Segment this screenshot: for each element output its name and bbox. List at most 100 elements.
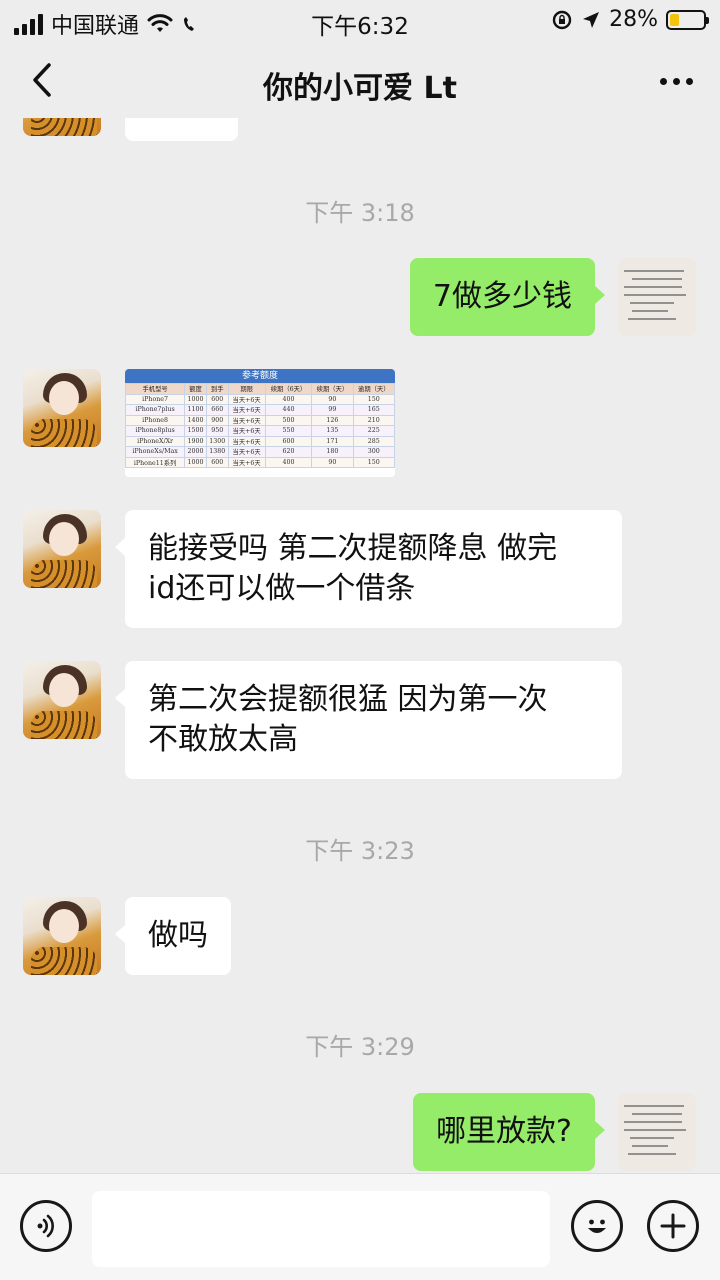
table-cell: 400 <box>264 456 313 468</box>
table-cell: iPhoneXs/Max <box>125 446 186 458</box>
table-cell: iPhone8plus <box>125 425 186 437</box>
table-cell: 550 <box>264 425 313 437</box>
contact-avatar[interactable] <box>23 510 101 588</box>
battery-icon <box>666 9 709 30</box>
table-row: iPhone7 1000 600 当天+6天 400 90 150 <box>125 393 395 405</box>
table-cell: 1000 <box>184 393 207 405</box>
table-header-cell: 到手 <box>205 383 229 395</box>
table-cell: 当天+6天 <box>227 456 266 468</box>
table-cell: 165 <box>352 404 395 416</box>
contact-avatar[interactable] <box>23 661 101 739</box>
table-cell: 当天+6天 <box>227 393 266 405</box>
table-cell: 2000 <box>184 446 207 458</box>
table-cell: 660 <box>205 404 229 416</box>
table-cell: 90 <box>311 393 354 405</box>
table-header-cell: 额度 <box>184 383 207 395</box>
contact-avatar[interactable] <box>23 369 101 447</box>
status-right: 28% <box>551 7 709 32</box>
table-cell: 99 <box>311 404 354 416</box>
more-functions-button[interactable] <box>647 1200 699 1252</box>
more-dot-icon <box>685 77 693 85</box>
table-cell: iPhoneX/Xr <box>125 435 186 447</box>
table-header-cell: 手机型号 <box>125 383 186 395</box>
message-line: id还可以做一个借条 <box>148 571 416 606</box>
table-cell: 1000 <box>184 456 207 468</box>
table-cell: 600 <box>264 435 313 447</box>
my-message-bubble[interactable]: 7做多少钱 <box>409 258 606 336</box>
table-cell: 400 <box>264 393 313 405</box>
timestamp: 下午 3:18 <box>305 199 415 227</box>
table-header-cell: 期限 <box>227 383 266 395</box>
location-icon <box>583 11 600 28</box>
previous-message-bubble[interactable] <box>125 118 238 141</box>
orientation-lock-icon <box>552 10 572 29</box>
table-cell: iPhone7 <box>125 393 186 405</box>
table-header-cell: 逾期（天） <box>352 383 395 395</box>
contact-avatar[interactable] <box>23 118 101 136</box>
plus-icon <box>660 1213 686 1239</box>
table-cell: 171 <box>311 435 354 447</box>
more-dot-icon <box>659 77 667 85</box>
emoji-button[interactable] <box>571 1200 623 1252</box>
more-button[interactable] <box>654 64 698 98</box>
timestamp: 下午 3:23 <box>305 837 415 865</box>
table-row: iPhone7plus 1100 660 当天+6天 440 99 165 <box>125 404 395 416</box>
table-cell: 当天+6天 <box>227 446 266 458</box>
table-row: iPhone8plus 1500 950 当天+6天 550 135 225 <box>125 425 395 437</box>
message-line: 能接受吗 第二次提额降息 做完 <box>148 531 558 566</box>
table-cell: 500 <box>264 414 313 426</box>
table-cell: 当天+6天 <box>227 425 266 437</box>
voice-icon <box>37 1214 54 1238</box>
table-cell: 135 <box>311 425 354 437</box>
message-input[interactable] <box>92 1191 550 1267</box>
table-cell: 126 <box>311 414 354 426</box>
table-cell: 180 <box>311 446 354 458</box>
voice-button[interactable] <box>20 1200 72 1252</box>
table-row: iPhoneX/Xr 1900 1300 当天+6天 600 171 285 <box>125 435 395 447</box>
status-bar: 中国联通 下午6:32 28% <box>0 0 720 44</box>
table-cell: 300 <box>352 446 395 458</box>
table-cell: 1400 <box>184 414 207 426</box>
table-cell: 440 <box>264 404 313 416</box>
table-header-cell: 续期（天） <box>311 383 354 395</box>
contact-message-bubble[interactable]: 做吗 <box>115 897 231 975</box>
contact-avatar[interactable] <box>23 897 101 975</box>
message-line: 不敢放太高 <box>148 722 298 757</box>
table-cell: 当天+6天 <box>227 435 266 447</box>
battery-percent: 28% <box>609 7 658 32</box>
table-cell: 150 <box>352 393 395 405</box>
table-cell: 1380 <box>205 446 229 458</box>
table-cell: 当天+6天 <box>227 404 266 416</box>
more-dot-icon <box>672 77 680 85</box>
my-message-bubble[interactable]: 哪里放款? <box>413 1093 605 1171</box>
table-cell: 210 <box>352 414 395 426</box>
table-row: iPhone11系列 1000 600 当天+6天 400 90 150 <box>125 456 395 468</box>
table-header-cell: 续期（6天） <box>264 383 313 395</box>
table-row: iPhone8 1400 900 当天+6天 500 126 210 <box>125 414 395 426</box>
table-cell: 620 <box>264 446 313 458</box>
image-message[interactable]: 参考额度 手机型号 额度 到手 期限 续期（6天） 续期（天） 逾期（天） iPhone7 1… <box>125 369 395 477</box>
table-cell: 225 <box>352 425 395 437</box>
timestamp: 下午 3:29 <box>305 1033 415 1061</box>
table-cell: 90 <box>311 456 354 468</box>
table-cell: 950 <box>205 425 229 437</box>
contact-message-bubble[interactable]: 能接受吗 第二次提额降息 做完 id还可以做一个借条 <box>115 510 622 628</box>
table-cell: 600 <box>205 456 229 468</box>
table-cell: 600 <box>205 393 229 405</box>
contact-message-bubble[interactable]: 第二次会提额很猛 因为第一次 不敢放太高 <box>115 661 622 779</box>
message-list[interactable]: 下午 3:18 7做多少钱 参考额度 手机型号 额度 到手 期限 续期（6天） 续期（天）… <box>0 118 720 1173</box>
table-row: iPhoneXs/Max 2000 1380 当天+6天 620 180 300 <box>125 446 395 458</box>
input-bar <box>0 1173 720 1280</box>
rate-table: 手机型号 额度 到手 期限 续期（6天） 续期（天） 逾期（天） iPhone7 1000 60… <box>125 383 395 468</box>
battery-fill <box>670 13 679 26</box>
smiley-icon <box>588 1219 606 1233</box>
table-cell: 1100 <box>184 404 207 416</box>
message-line: 第二次会提额很猛 因为第一次 <box>148 682 548 717</box>
table-cell: 285 <box>352 435 395 447</box>
image-table-title: 参考额度 <box>125 369 395 383</box>
table-cell: 1500 <box>184 425 207 437</box>
table-cell: 1900 <box>184 435 207 447</box>
my-avatar[interactable] <box>618 1093 696 1171</box>
table-cell: iPhone8 <box>125 414 186 426</box>
my-avatar[interactable] <box>618 258 696 336</box>
